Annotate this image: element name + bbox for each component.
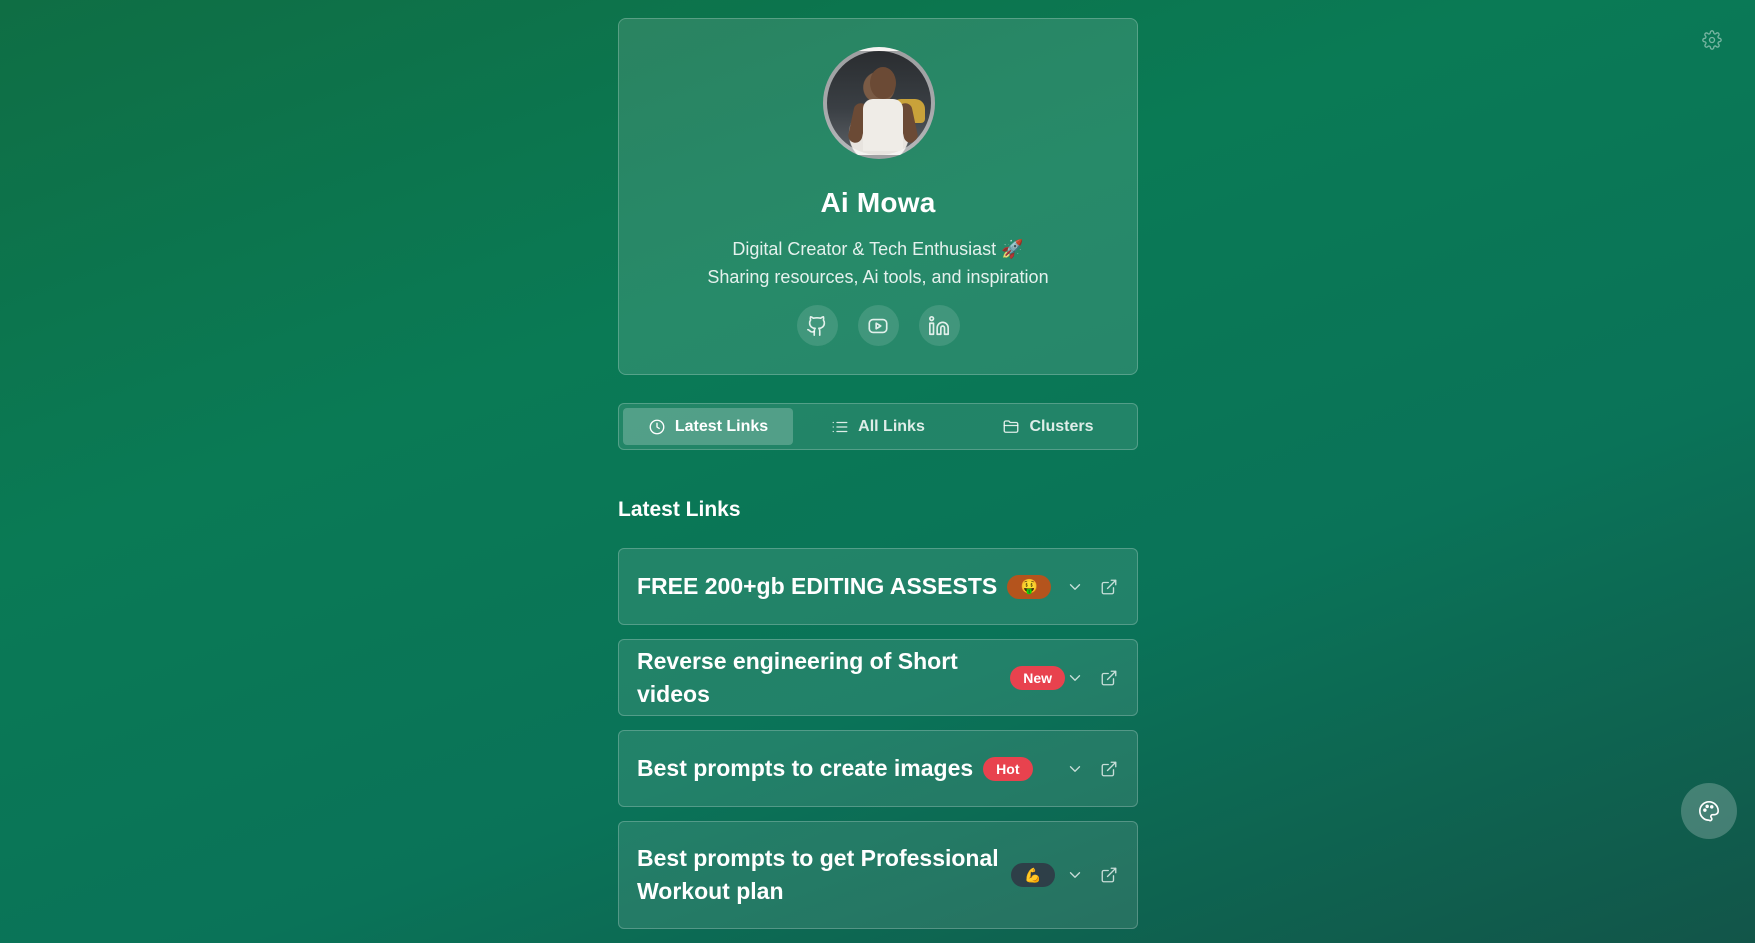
external-link-icon [1101,670,1117,685]
tab-label: Clusters [1029,417,1094,435]
youtube-icon [868,318,888,333]
open-link-button[interactable] [1099,577,1119,597]
tab-all-links[interactable]: All Links [793,408,963,445]
money-emoji-badge: 🤑 [1007,574,1052,599]
link-card[interactable]: Best prompts to create images Hot [618,730,1138,807]
settings-gear-icon[interactable] [1702,30,1722,50]
link-card[interactable]: Reverse engineering of Short videos New [618,639,1138,716]
link-actions [1065,577,1119,597]
external-link-icon [1101,867,1117,883]
chevron-down-icon [1069,765,1081,772]
external-link-icon [1101,579,1117,594]
chevron-down-icon [1069,872,1081,878]
link-actions [1065,668,1119,688]
profile-card: Ai Mowa Digital Creator & Tech Enthusias… [618,18,1138,375]
external-link-icon [1101,761,1117,776]
open-link-button[interactable] [1099,759,1119,779]
link-actions [1065,759,1119,779]
profile-bio: Digital Creator & Tech Enthusiast 🚀 Shar… [619,235,1137,291]
muscle-emoji-badge: 💪 [1011,863,1055,887]
social-links [619,305,1137,346]
tab-label: Latest Links [674,417,769,435]
tab-bar: Latest Links All Links Clusters [618,403,1138,450]
tab-label: All Links [858,417,925,435]
link-page: Ai Mowa Digital Creator & Tech Enthusias… [618,18,1138,929]
link-title: Reverse engineering of Short videos [637,647,958,707]
link-list: FREE 200+gb EDITING ASSESTS 🤑 Reverse en… [618,548,1138,943]
clock-icon [649,419,665,434]
linkedin-icon [929,315,949,335]
avatar [823,47,935,159]
expand-button[interactable] [1065,759,1085,779]
expand-button[interactable] [1065,668,1085,688]
section-title: Latest Links [618,498,741,521]
link-title: FREE 200+gb EDITING ASSESTS [637,573,998,599]
github-button[interactable] [796,305,838,346]
tab-latest-links[interactable]: Latest Links [623,408,793,445]
profile-name: Ai Mowa [820,187,936,218]
chevron-down-icon [1069,674,1081,681]
link-card[interactable]: Best prompts to get Professional Workout… [618,821,1138,929]
expand-button[interactable] [1065,577,1085,597]
bio-line-1: Digital Creator & Tech Enthusiast 🚀 [732,239,1024,259]
link-actions: 💪 [1011,863,1119,887]
link-card[interactable]: FREE 200+gb EDITING ASSESTS 🤑 [618,548,1138,625]
folder-icon [1004,419,1019,433]
github-icon [807,315,826,336]
youtube-button[interactable] [857,305,899,346]
tab-clusters[interactable]: Clusters [963,408,1133,445]
link-title: Best prompts to create images [637,755,974,781]
theme-palette-button[interactable] [1681,783,1737,839]
open-link-button[interactable] [1099,865,1119,885]
open-link-button[interactable] [1099,668,1119,688]
link-title: Best prompts to get Professional Workout… [637,845,999,904]
palette-icon [1699,801,1719,822]
list-icon [832,421,848,432]
hot-badge: Hot [983,756,1033,781]
linkedin-button[interactable] [918,305,960,346]
chevron-down-icon [1069,583,1081,590]
bio-line-2: Sharing resources, Ai tools, and inspira… [707,267,1049,287]
new-badge: New [1010,665,1065,690]
expand-button[interactable] [1065,865,1085,885]
